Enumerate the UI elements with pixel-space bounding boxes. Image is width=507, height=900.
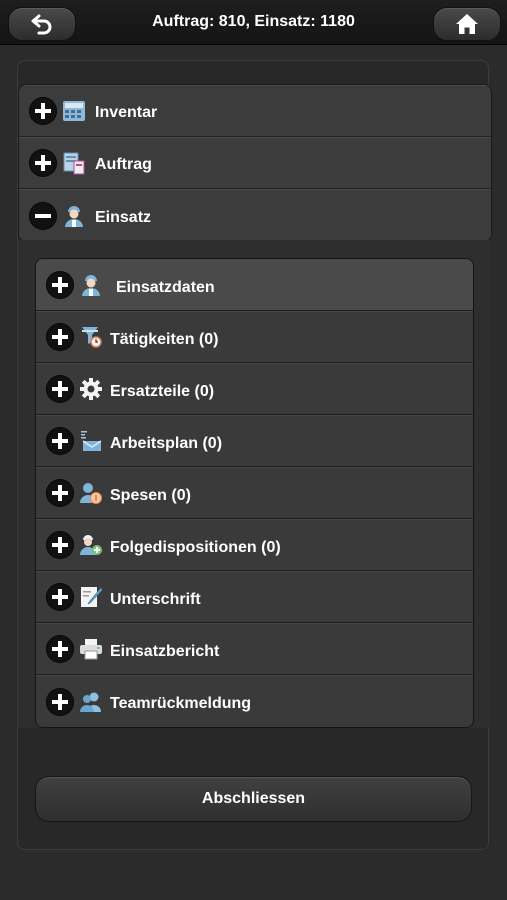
signature-pencil-icon: [78, 584, 104, 610]
list-item-label: Arbeitsplan (0): [110, 434, 223, 452]
expenses-person-icon: [78, 480, 104, 506]
page-title: Auftrag: 810, Einsatz: 1180: [152, 13, 355, 30]
inventory-icon: [61, 98, 87, 124]
activities-clock-icon: [78, 324, 104, 350]
section-label: Inventar: [95, 104, 158, 121]
list-item-label: Einsatzdaten: [116, 278, 215, 296]
collapse-minus-icon[interactable]: [29, 201, 57, 230]
list-item-label: Ersatzteile (0): [110, 382, 215, 400]
list-item-label: Unterschrift: [110, 590, 201, 608]
list-item-label: Tätigkeiten (0): [110, 330, 219, 348]
list-item-teamrueckmeldung[interactable]: Teamrückmeldung: [36, 675, 473, 727]
expand-plus-icon[interactable]: [46, 479, 74, 507]
list-item-label: Teamrückmeldung: [110, 695, 252, 712]
list-item-spesen[interactable]: Spesen (0): [36, 467, 473, 519]
expand-plus-icon[interactable]: [29, 149, 57, 177]
printer-icon: [78, 636, 104, 662]
person-add-icon: [78, 532, 104, 558]
list-item-unterschrift[interactable]: Unterschrift: [36, 571, 473, 623]
list-item-label: Einsatzbericht: [110, 642, 220, 660]
expand-plus-icon[interactable]: [29, 97, 57, 125]
section-einsatz[interactable]: Einsatz: [19, 189, 491, 241]
list-item-label: Folgedispositionen (0): [110, 538, 281, 556]
technician-icon: [61, 203, 87, 229]
expand-plus-icon[interactable]: [46, 427, 74, 455]
list-item-taetigkeiten[interactable]: Tätigkeiten (0): [36, 311, 473, 363]
home-icon: [456, 14, 478, 34]
section-inventar[interactable]: Inventar: [19, 85, 491, 137]
expand-plus-icon[interactable]: [46, 687, 74, 716]
team-icon: [78, 689, 104, 715]
home-button[interactable]: [433, 7, 501, 41]
list-item-arbeitsplan[interactable]: Arbeitsplan (0): [36, 415, 473, 467]
section-label: Auftrag: [95, 156, 152, 173]
work-plan-icon: [78, 428, 104, 454]
abschliessen-button[interactable]: Abschliessen: [35, 776, 472, 822]
expand-plus-icon[interactable]: [46, 583, 74, 611]
order-documents-icon: [61, 150, 87, 176]
list-item-label: Spesen (0): [110, 486, 191, 504]
list-item-einsatzdaten[interactable]: Einsatzdaten: [36, 259, 473, 311]
expand-plus-icon[interactable]: [46, 271, 74, 299]
expand-plus-icon[interactable]: [46, 323, 74, 351]
top-bar: Auftrag: 810, Einsatz: 1180: [0, 0, 507, 45]
einsatz-list: Einsatzdaten Tätigkeiten (0) Ersatzteile…: [35, 258, 474, 728]
expand-plus-icon[interactable]: [46, 635, 74, 663]
list-item-ersatzteile[interactable]: Ersatzteile (0): [36, 363, 473, 415]
list-item-einsatzbericht[interactable]: Einsatzbericht: [36, 623, 473, 675]
technician-icon: [78, 272, 104, 298]
expand-plus-icon[interactable]: [46, 531, 74, 559]
expand-plus-icon[interactable]: [46, 375, 74, 403]
section-list: Inventar Auftrag Einsatz: [18, 84, 492, 242]
list-item-folgedispositionen[interactable]: Folgedispositionen (0): [36, 519, 473, 571]
section-label: Einsatz: [95, 208, 152, 226]
section-auftrag[interactable]: Auftrag: [19, 137, 491, 189]
gear-icon: [78, 376, 104, 402]
